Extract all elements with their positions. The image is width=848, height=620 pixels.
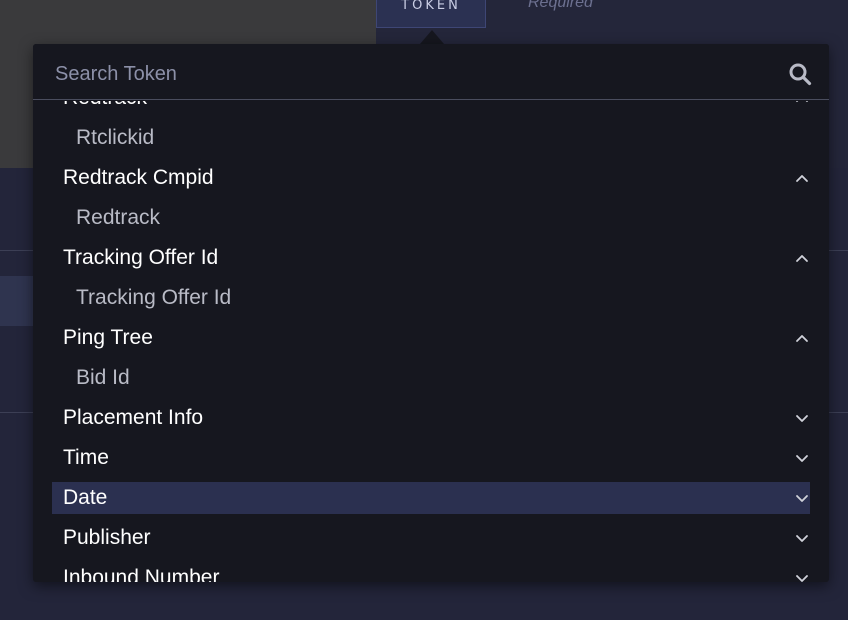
chevron-down-icon[interactable]	[794, 410, 810, 426]
token-group-redtrack[interactable]: Redtrack	[52, 101, 810, 118]
token-item[interactable]: Redtrack	[52, 198, 810, 238]
token-item[interactable]: Bid Id	[52, 358, 810, 398]
token-group-redtrack-cmpid[interactable]: Redtrack Cmpid	[52, 158, 810, 198]
token-item[interactable]: Tracking Offer Id	[52, 278, 810, 318]
token-group-placement-info[interactable]: Placement Info	[52, 398, 810, 438]
token-group-label: Inbound Number	[63, 566, 220, 582]
search-icon[interactable]	[788, 62, 812, 86]
token-group-label: Redtrack Cmpid	[63, 166, 214, 189]
token-group-label: Redtrack	[52, 101, 147, 110]
token-group-label: Publisher	[63, 526, 151, 549]
chevron-down-icon[interactable]	[794, 530, 810, 546]
chevron-down-icon[interactable]	[794, 570, 810, 582]
token-group-label: Placement Info	[63, 406, 204, 429]
chevron-up-icon[interactable]	[794, 250, 810, 266]
token-list: Redtrack Rtclickid Redtrack Cmpid Redtrack T…	[33, 101, 829, 582]
chevron-up-icon[interactable]	[794, 330, 810, 346]
required-label: Required	[528, 0, 593, 11]
token-group-ping-tree[interactable]: Ping Tree	[52, 318, 810, 358]
token-group-publisher[interactable]: Publisher	[52, 518, 810, 558]
token-group-label: Time	[63, 446, 109, 469]
chevron-down-icon[interactable]	[794, 450, 810, 466]
token-item-label: Rtclickid	[76, 126, 155, 149]
chevron-down-icon[interactable]	[794, 490, 810, 506]
token-group-time[interactable]: Time	[52, 438, 810, 478]
token-list-content: Redtrack Rtclickid Redtrack Cmpid Redtrack T…	[33, 101, 829, 582]
token-item-label: Redtrack	[76, 206, 161, 229]
token-group-date[interactable]: Date	[52, 482, 810, 514]
token-dropdown: Redtrack Rtclickid Redtrack Cmpid Redtrack T…	[33, 44, 829, 582]
token-group-label: Tracking Offer Id	[63, 246, 219, 269]
chevron-up-icon[interactable]	[794, 101, 810, 106]
search-input[interactable]	[55, 58, 755, 90]
token-group-label: Date	[63, 486, 108, 509]
token-item[interactable]: Rtclickid	[52, 118, 810, 158]
token-tab[interactable]: TOKEN	[376, 0, 486, 28]
search-bar	[33, 44, 829, 100]
dropdown-caret	[420, 30, 444, 44]
token-item-label: Bid Id	[76, 366, 130, 389]
chevron-up-icon[interactable]	[794, 170, 810, 186]
token-item-label: Tracking Offer Id	[76, 286, 232, 309]
token-group-inbound-number[interactable]: Inbound Number	[52, 558, 810, 582]
token-group-label: Ping Tree	[63, 326, 153, 349]
token-group-tracking-offer-id[interactable]: Tracking Offer Id	[52, 238, 810, 278]
